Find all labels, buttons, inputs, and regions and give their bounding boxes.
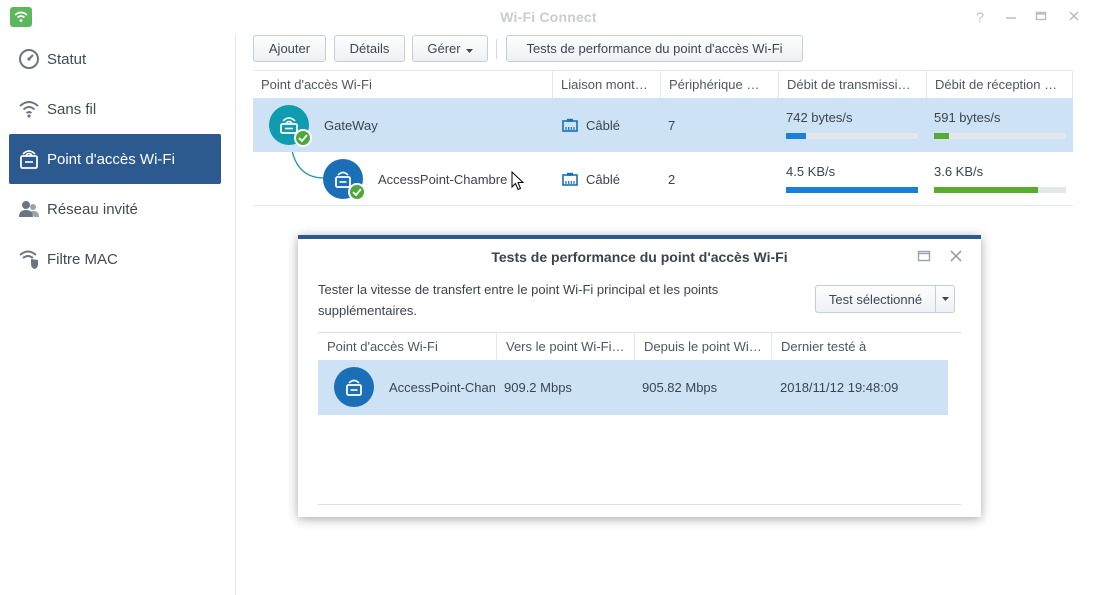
performance-test-dialog: Tests de performance du point d'accès Wi… <box>298 235 981 517</box>
sidebar-item-label: Point d'accès Wi-Fi <box>47 150 175 168</box>
sidebar-item-label: Statut <box>47 50 87 68</box>
tx-rate-bar-fill <box>786 187 918 193</box>
tx-rate-bar <box>786 133 918 139</box>
rx-rate-value: 591 bytes/s <box>934 110 1001 125</box>
dialog-column-header-from-speed[interactable]: Depuis le point Wi… <box>635 332 772 360</box>
check-icon <box>294 129 312 147</box>
check-icon <box>348 183 366 201</box>
dialog-maximize-icon[interactable] <box>917 249 933 265</box>
close-icon[interactable] <box>1065 8 1083 26</box>
dialog-table-bottom-border <box>318 504 961 505</box>
tx-rate-bar <box>786 187 918 193</box>
uplink-type: Câblé <box>586 171 620 187</box>
sidebar-item-filtre-mac[interactable]: Filtre MAC <box>9 234 221 284</box>
uplink-cell: Câblé <box>562 152 620 206</box>
table-row[interactable]: GateWay Câblé 7 742 bytes/s 591 bytes/s <box>253 98 1073 152</box>
manage-dropdown-button[interactable]: Gérer <box>412 35 488 62</box>
from-speed-value: 905.82 Mbps <box>642 380 718 395</box>
device-count: 2 <box>668 171 676 187</box>
manage-label: Gérer <box>427 41 461 56</box>
dialog-column-header-access-point[interactable]: Point d'accès Wi-Fi <box>318 332 497 360</box>
dialog-column-header-last-tested[interactable]: Dernier testé à <box>772 332 961 360</box>
mouse-cursor-icon <box>511 171 525 191</box>
sidebar-item-label: Réseau invité <box>47 200 138 218</box>
dialog-description: Tester la vitesse de transfert entre le … <box>318 282 719 318</box>
add-button[interactable]: Ajouter <box>253 35 326 62</box>
table-row[interactable]: AccessPoint-Chambre Câblé 2 4.5 KB/s 3.6… <box>253 152 1073 206</box>
sidebar-item-sans-fil[interactable]: Sans fil <box>9 84 221 134</box>
dialog-close-icon[interactable] <box>949 249 965 265</box>
sidebar: Statut Sans fil Point d'accès Wi-Fi Rése… <box>0 34 236 595</box>
sidebar-item-label: Sans fil <box>47 100 97 118</box>
access-point-device-icon <box>334 367 374 407</box>
rx-rate-value: 3.6 KB/s <box>934 164 984 179</box>
shield-wifi-icon <box>17 247 41 271</box>
sidebar-item-point-acces[interactable]: Point d'accès Wi-Fi <box>9 134 221 184</box>
uplink-type: Câblé <box>586 117 620 133</box>
test-options-dropdown[interactable] <box>936 286 954 312</box>
test-selected-button[interactable]: Test sélectionné <box>816 286 936 312</box>
last-tested-value: 2018/11/12 19:48:09 <box>780 380 899 395</box>
minimize-icon[interactable] <box>1002 8 1020 26</box>
dialog-title: Tests de performance du point d'accès Wi… <box>491 249 788 265</box>
access-point-name: AccessPoint-Chan <box>389 380 495 395</box>
guest-users-icon <box>17 197 41 221</box>
to-speed-value: 909.2 Mbps <box>504 380 572 395</box>
table-row[interactable]: AccessPoint-Chan 909.2 Mbps 905.82 Mbps … <box>318 360 948 415</box>
access-point-icon <box>17 147 41 171</box>
wifi-icon <box>17 97 41 121</box>
title-bar: Wi-Fi Connect ? <box>0 0 1097 34</box>
tx-rate-bar-fill <box>786 133 806 139</box>
column-header-uplink[interactable]: Liaison mont… <box>553 70 661 98</box>
access-point-name: GateWay <box>324 117 378 133</box>
access-point-name: AccessPoint-Chambre <box>378 171 508 187</box>
sidebar-item-reseau-invite[interactable]: Réseau invité <box>9 184 221 234</box>
tx-rate-value: 742 bytes/s <box>786 110 853 125</box>
details-button[interactable]: Détails <box>334 35 405 62</box>
ethernet-icon <box>562 118 578 132</box>
gauge-icon <box>17 47 41 71</box>
dialog-column-header-to-speed[interactable]: Vers le point Wi-Fi… <box>497 332 635 360</box>
rx-rate-bar <box>934 187 1066 193</box>
rx-rate-bar <box>934 133 1066 139</box>
sidebar-item-label: Filtre MAC <box>47 250 118 268</box>
column-header-tx-rate[interactable]: Débit de transmissi… <box>779 70 927 98</box>
column-header-rx-rate[interactable]: Débit de réception … <box>927 70 1073 98</box>
test-selected-split-button[interactable]: Test sélectionné <box>815 285 955 313</box>
performance-test-button[interactable]: Tests de performance du point d'accès Wi… <box>506 35 803 62</box>
column-header-access-point[interactable]: Point d'accès Wi-Fi <box>253 70 553 98</box>
column-header-devices[interactable]: Périphérique … <box>661 70 779 98</box>
rx-rate-bar-fill <box>934 187 1039 193</box>
caret-down-icon <box>941 297 949 301</box>
toolbar-separator <box>496 39 497 59</box>
sidebar-item-statut[interactable]: Statut <box>9 34 221 84</box>
maximize-icon[interactable] <box>1032 8 1050 26</box>
rx-rate-bar-fill <box>934 133 949 139</box>
uplink-cell: Câblé <box>562 98 620 152</box>
help-icon[interactable]: ? <box>971 8 989 26</box>
window-title: Wi-Fi Connect <box>500 9 597 25</box>
ethernet-icon <box>562 172 578 186</box>
caret-down-icon <box>465 41 473 56</box>
tx-rate-value: 4.5 KB/s <box>786 164 836 179</box>
device-count: 7 <box>668 117 676 133</box>
